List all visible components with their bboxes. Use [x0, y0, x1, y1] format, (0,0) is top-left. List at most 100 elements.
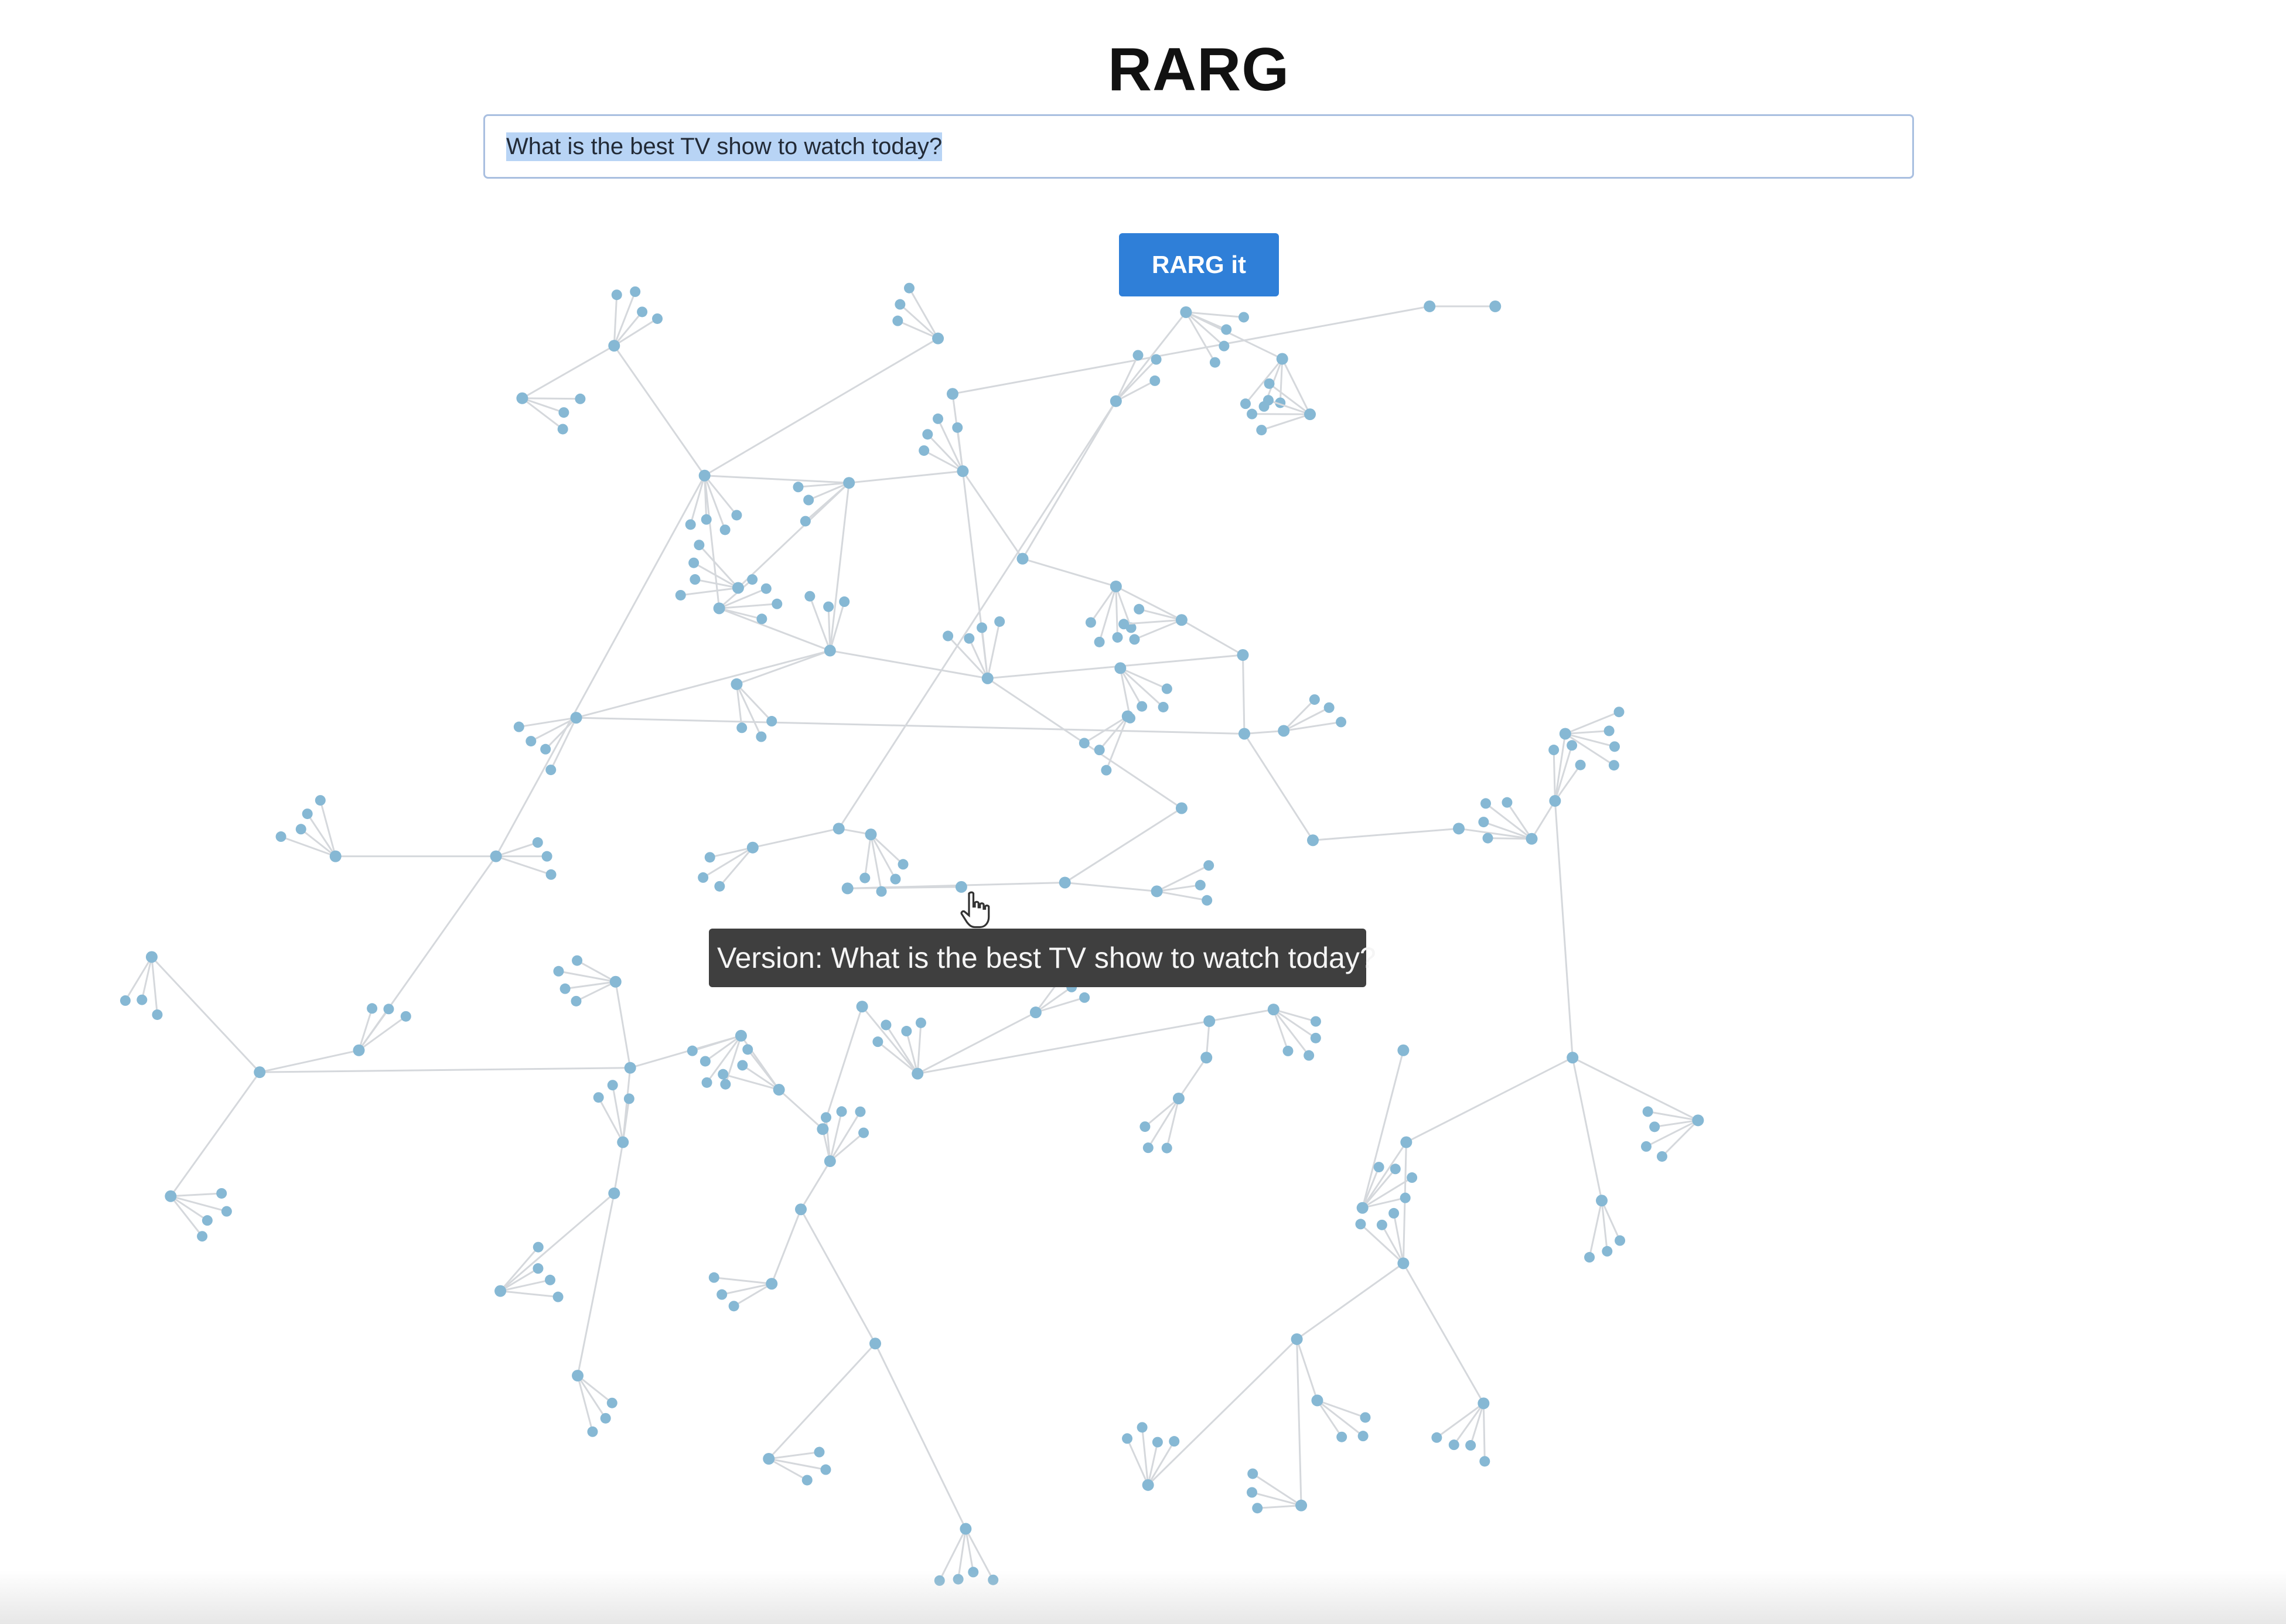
graph-leaf-node[interactable]: [221, 1206, 232, 1217]
graph-leaf-node[interactable]: [964, 633, 975, 644]
graph-leaf-node[interactable]: [855, 1106, 866, 1117]
graph-node[interactable]: [609, 975, 622, 988]
graph-leaf-node[interactable]: [1161, 1142, 1172, 1154]
graph-leaf-node[interactable]: [820, 1464, 831, 1475]
graph-node[interactable]: [1692, 1114, 1704, 1127]
graph-leaf-node[interactable]: [1431, 1432, 1442, 1443]
graph-leaf-node[interactable]: [814, 1446, 825, 1458]
graph-leaf-node[interactable]: [933, 413, 944, 424]
graph-node[interactable]: [1567, 1052, 1579, 1064]
graph-node[interactable]: [1295, 1499, 1308, 1512]
graph-node[interactable]: [960, 1523, 972, 1535]
graph-leaf-node[interactable]: [714, 881, 725, 892]
graph-leaf-node[interactable]: [1169, 1436, 1180, 1447]
graph-leaf-node[interactable]: [742, 1044, 753, 1055]
graph-leaf-node[interactable]: [544, 1274, 555, 1285]
graph-leaf-node[interactable]: [1137, 701, 1148, 712]
graph-leaf-node[interactable]: [747, 574, 758, 585]
graph-leaf-node[interactable]: [994, 616, 1005, 627]
graph-leaf-node[interactable]: [540, 743, 551, 755]
graph-node[interactable]: [1016, 552, 1029, 565]
graph-leaf-node[interactable]: [545, 765, 557, 776]
graph-node[interactable]: [1180, 306, 1192, 318]
graph-node[interactable]: [1397, 1044, 1410, 1056]
graph-node[interactable]: [1142, 1479, 1154, 1491]
graph-leaf-node[interactable]: [901, 1026, 912, 1037]
graph-node[interactable]: [841, 882, 854, 895]
graph-leaf-node[interactable]: [1238, 312, 1249, 323]
graph-leaf-node[interactable]: [1129, 634, 1140, 645]
graph-leaf-node[interactable]: [1407, 1172, 1418, 1183]
graph-node[interactable]: [617, 1136, 629, 1148]
graph-node[interactable]: [1311, 1394, 1323, 1407]
graph-leaf-node[interactable]: [1137, 1422, 1148, 1433]
graph-leaf-node[interactable]: [1203, 860, 1214, 871]
graph-leaf-node[interactable]: [1132, 350, 1144, 361]
graph-leaf-node[interactable]: [1209, 357, 1220, 368]
graph-node[interactable]: [746, 841, 759, 854]
graph-node[interactable]: [932, 332, 944, 344]
graph-node[interactable]: [1175, 802, 1188, 814]
graph-node[interactable]: [856, 1001, 868, 1013]
graph-leaf-node[interactable]: [1263, 395, 1274, 406]
graph-leaf-node[interactable]: [876, 886, 887, 897]
graph-node[interactable]: [1237, 649, 1249, 661]
graph-leaf-node[interactable]: [1122, 1433, 1133, 1444]
graph-leaf-node[interactable]: [1357, 1431, 1369, 1442]
graph-node[interactable]: [1489, 300, 1502, 312]
graph-node[interactable]: [490, 850, 502, 862]
graph-leaf-node[interactable]: [1400, 1192, 1411, 1203]
graph-leaf-node[interactable]: [756, 613, 767, 625]
graph-leaf-node[interactable]: [1609, 741, 1620, 752]
graph-leaf-node[interactable]: [915, 1017, 926, 1028]
graph-leaf-node[interactable]: [1221, 324, 1232, 335]
graph-node[interactable]: [624, 1062, 636, 1074]
graph-leaf-node[interactable]: [1323, 702, 1335, 713]
graph-node[interactable]: [1559, 728, 1571, 740]
graph-node[interactable]: [1424, 300, 1436, 312]
graph-leaf-node[interactable]: [652, 313, 663, 324]
graph-leaf-node[interactable]: [737, 1060, 748, 1071]
graph-leaf-node[interactable]: [1373, 1162, 1384, 1173]
graph-leaf-node[interactable]: [553, 965, 564, 977]
graph-leaf-node[interactable]: [1252, 1503, 1263, 1514]
graph-leaf-node[interactable]: [1152, 1437, 1163, 1448]
graph-leaf-node[interactable]: [766, 716, 777, 727]
graph-leaf-node[interactable]: [400, 1011, 411, 1022]
graph-node[interactable]: [1549, 795, 1561, 807]
graph-leaf-node[interactable]: [1465, 1440, 1476, 1451]
graph-leaf-node[interactable]: [593, 1092, 604, 1103]
graph-leaf-node[interactable]: [1390, 1164, 1401, 1175]
graph-leaf-node[interactable]: [533, 1241, 544, 1253]
graph-node[interactable]: [957, 465, 969, 477]
graph-leaf-node[interactable]: [719, 524, 731, 535]
graph-leaf-node[interactable]: [694, 540, 705, 551]
graph-leaf-node[interactable]: [575, 393, 586, 404]
graph-node[interactable]: [713, 602, 725, 615]
graph-leaf-node[interactable]: [685, 519, 696, 530]
graph-node[interactable]: [1151, 885, 1163, 898]
graph-node[interactable]: [946, 388, 958, 400]
graph-leaf-node[interactable]: [700, 1056, 711, 1067]
graph-leaf-node[interactable]: [137, 994, 148, 1005]
graph-leaf-node[interactable]: [687, 1045, 698, 1056]
graph-leaf-node[interactable]: [1112, 632, 1123, 643]
graph-node[interactable]: [824, 644, 836, 657]
graph-leaf-node[interactable]: [1219, 340, 1230, 352]
graph-leaf-node[interactable]: [558, 407, 569, 418]
graph-leaf-node[interactable]: [1161, 683, 1172, 694]
graph-leaf-node[interactable]: [120, 995, 131, 1006]
graph-leaf-node[interactable]: [756, 731, 767, 742]
graph-node[interactable]: [1238, 728, 1250, 740]
graph-leaf-node[interactable]: [1613, 707, 1625, 718]
graph-leaf-node[interactable]: [704, 852, 715, 863]
graph-leaf-node[interactable]: [1195, 879, 1206, 891]
graph-leaf-node[interactable]: [202, 1215, 213, 1226]
graph-leaf-node[interactable]: [728, 1301, 739, 1312]
graph-leaf-node[interactable]: [559, 983, 571, 994]
graph-node[interactable]: [570, 712, 582, 724]
graph-leaf-node[interactable]: [760, 583, 772, 594]
graph-leaf-node[interactable]: [1085, 617, 1096, 628]
graph-node[interactable]: [795, 1203, 807, 1216]
graph-node[interactable]: [1059, 876, 1071, 889]
